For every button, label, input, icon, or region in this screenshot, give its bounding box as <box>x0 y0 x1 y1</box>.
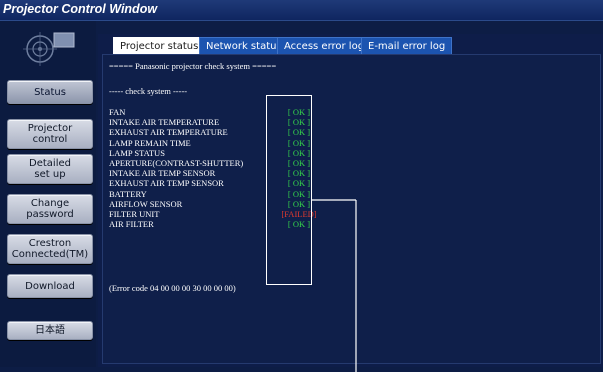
sidebar: Status Projector control Detailed set up Chan… <box>0 21 96 367</box>
nav-download-label-line1: Download <box>25 280 75 292</box>
nav-detailed-setup-label-line2: set up <box>34 169 66 180</box>
tab-email-error-log[interactable]: E-mail error log <box>361 37 453 55</box>
status-content: ===== Panasonic projector check system =… <box>102 54 601 364</box>
check-row: AIR FILTER[ OK ] <box>109 219 409 230</box>
nav-projector-control-label-line1: Projector <box>27 123 73 134</box>
nav-download-button[interactable]: Download <box>7 274 93 298</box>
title-bar: Projector Control Window <box>0 0 603 21</box>
check-item-label: FILTER UNIT <box>109 209 160 219</box>
check-item-label: INTAKE AIR TEMPERATURE <box>109 117 220 128</box>
main-panel: Projector status Network status Access e… <box>98 34 603 367</box>
check-item-label: LAMP REMAIN TIME <box>109 137 191 148</box>
nav-crestron-label-line1: Crestron <box>28 238 72 249</box>
error-code: (Error code 04 00 00 00 30 00 00 00) <box>109 283 236 293</box>
check-item-label: AIRFLOW SENSOR <box>109 198 183 209</box>
check-item-label: EXHAUST AIR TEMP SENSOR <box>109 178 224 189</box>
nav-projector-control-label-line2: control <box>32 134 68 145</box>
check-item-label: INTAKE AIR TEMP SENSOR <box>109 168 216 179</box>
tab-network-status[interactable]: Network status <box>199 37 289 55</box>
check-subheader: ----- check system ----- <box>109 86 188 96</box>
check-item-label: APERTURE(CONTRAST-SHUTTER) <box>109 158 244 168</box>
nav-change-password-label: Change password <box>26 198 73 220</box>
nav-crestron-label: Crestron Connected(TM) <box>12 238 88 260</box>
window-title: Projector Control Window <box>3 2 158 16</box>
nav-projector-control-label: Projector control <box>28 123 72 145</box>
nav-language-label-line1: 日本語 <box>35 325 65 336</box>
nav-status-button[interactable]: Status <box>7 80 93 104</box>
check-item-label: BATTERY <box>109 188 147 199</box>
check-item-label: EXHAUST AIR TEMPERATURE <box>109 127 228 138</box>
nav-detailed-setup-label-line1: Detailed <box>29 158 71 169</box>
nav-crestron-button[interactable]: Crestron Connected(TM) <box>7 234 93 264</box>
nav-change-password-label-line1: Change <box>30 198 70 209</box>
nav-change-password-button[interactable]: Change password <box>7 194 93 224</box>
nav-language-label: 日本語 <box>35 325 65 336</box>
nav-crestron-label-line2: Connected(TM) <box>11 249 89 260</box>
check-item-label: LAMP STATUS <box>109 147 165 158</box>
projector-lens-icon <box>23 32 75 66</box>
nav-detailed-setup-button[interactable]: Detailed set up <box>7 154 93 184</box>
tab-access-error-log[interactable]: Access error log <box>277 37 372 55</box>
nav-download-label: Download <box>25 281 75 292</box>
nav-detailed-setup-label: Detailed set up <box>29 158 71 180</box>
nav-language-button[interactable]: 日本語 <box>7 321 93 340</box>
nav-status-label-line1: Status <box>34 86 66 98</box>
nav-change-password-label-line2: password <box>26 209 74 220</box>
status-highlight-box <box>266 95 312 285</box>
check-header: ===== Panasonic projector check system =… <box>109 61 277 71</box>
check-item-label: FAN <box>109 107 126 117</box>
check-item-label: AIR FILTER <box>109 219 154 230</box>
nav-projector-control-button[interactable]: Projector control <box>7 119 93 149</box>
nav-status-label: Status <box>34 87 66 98</box>
